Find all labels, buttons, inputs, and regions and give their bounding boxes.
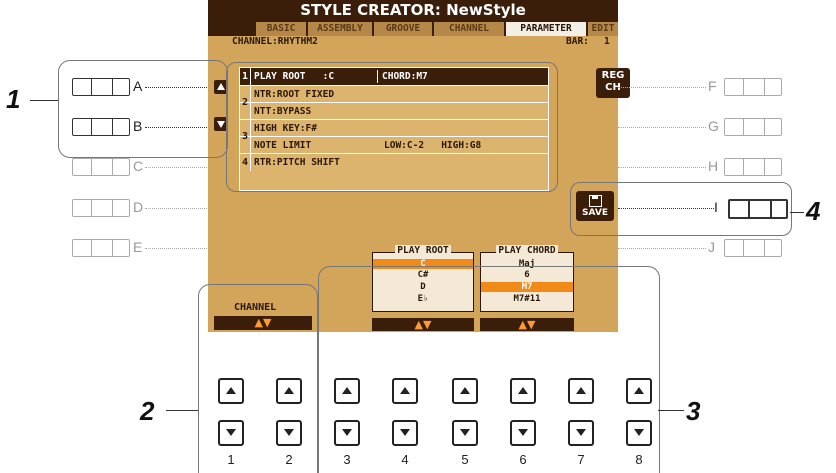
down-button-7[interactable] <box>568 420 594 446</box>
ch-label: CH <box>605 82 621 93</box>
down-button-8[interactable] <box>626 420 652 446</box>
up-arrow-icon <box>518 387 528 394</box>
label-h: H <box>708 158 719 174</box>
label-b: B <box>133 118 143 134</box>
up-arrow-icon <box>400 387 410 394</box>
knob-number: 1 <box>227 452 235 467</box>
knob-number: 5 <box>461 452 469 467</box>
tab-edit[interactable]: EDIT <box>588 22 618 36</box>
knob-number: 3 <box>343 452 351 467</box>
button-g[interactable] <box>724 118 782 136</box>
leader-b <box>145 127 207 128</box>
knob-number: 2 <box>285 452 293 467</box>
label-d: D <box>133 199 144 215</box>
button-c[interactable] <box>72 158 130 176</box>
button-j[interactable] <box>724 239 782 257</box>
button-f[interactable] <box>724 78 782 96</box>
button-e[interactable] <box>72 239 130 257</box>
label-f: F <box>708 78 717 94</box>
reg-label: REG <box>601 70 625 81</box>
up-button-6[interactable] <box>510 378 536 404</box>
down-arrow-icon <box>284 429 294 436</box>
tab-bar: BASIC ASSEMBLY GROOVE CHANNEL PARAMETER … <box>208 20 618 36</box>
button-b[interactable] <box>72 118 130 136</box>
callout-1: 1 <box>6 84 21 114</box>
channel-label: CHANNEL:RHYTHM2 <box>232 36 318 47</box>
up-button-5[interactable] <box>452 378 478 404</box>
callout-4-line <box>790 212 804 213</box>
leader-g <box>618 127 706 128</box>
knob-number: 4 <box>401 452 409 467</box>
bar-value: 1 <box>604 36 610 47</box>
button-d[interactable] <box>72 199 130 217</box>
up-button-7[interactable] <box>568 378 594 404</box>
down-button-6[interactable] <box>510 420 536 446</box>
callout-frame-1-list <box>226 62 558 192</box>
up-arrow-icon <box>284 387 294 394</box>
down-button-2[interactable] <box>276 420 302 446</box>
up-arrow-icon <box>634 387 644 394</box>
play-root-title: PLAY ROOT <box>395 245 451 256</box>
callout-3-line <box>658 410 684 411</box>
callout-4: 4 <box>806 196 821 226</box>
down-arrow-icon <box>342 429 352 436</box>
callout-frame-1 <box>58 60 228 158</box>
down-arrow-icon <box>226 429 236 436</box>
down-arrow-icon <box>460 429 470 436</box>
knob-number: 6 <box>519 452 527 467</box>
callout-3: 3 <box>686 396 701 426</box>
tab-parameter[interactable]: PARAMETER <box>506 22 586 36</box>
callout-2: 2 <box>140 396 155 426</box>
knob-number: 7 <box>577 452 585 467</box>
screen-title: STYLE CREATOR: NewStyle <box>208 0 618 20</box>
leader-h <box>618 167 706 168</box>
leader-f <box>618 87 706 88</box>
down-button-5[interactable] <box>452 420 478 446</box>
up-arrow-icon <box>576 387 586 394</box>
down-button-3[interactable] <box>334 420 360 446</box>
tab-groove[interactable]: GROOVE <box>374 22 432 36</box>
tab-channel[interactable]: CHANNEL <box>434 22 504 36</box>
leader-c <box>145 167 207 168</box>
label-g: G <box>708 118 719 134</box>
down-arrow-icon <box>576 429 586 436</box>
bar-label: BAR: <box>566 36 589 47</box>
tab-assembly[interactable]: ASSEMBLY <box>308 22 372 36</box>
label-i: I <box>714 199 718 215</box>
down-arrow-icon <box>518 429 528 436</box>
play-chord-title: PLAY CHORD <box>496 245 558 256</box>
tab-basic[interactable]: BASIC <box>256 22 306 36</box>
button-i[interactable] <box>728 199 788 219</box>
label-e: E <box>133 239 143 255</box>
up-button-1[interactable] <box>218 378 244 404</box>
up-button-4[interactable] <box>392 378 418 404</box>
up-button-8[interactable] <box>626 378 652 404</box>
leader-e <box>145 248 207 249</box>
up-arrow-icon <box>460 387 470 394</box>
up-button-2[interactable] <box>276 378 302 404</box>
leader-d <box>145 208 207 209</box>
leader-a <box>145 87 207 88</box>
callout-frame-3 <box>318 266 660 473</box>
reg-ch-button[interactable]: REG CH <box>596 68 630 98</box>
label-c: C <box>133 158 144 174</box>
down-button-1[interactable] <box>218 420 244 446</box>
down-arrow-icon <box>634 429 644 436</box>
button-h[interactable] <box>724 158 782 176</box>
callout-2-line <box>166 410 198 411</box>
up-arrow-icon <box>342 387 352 394</box>
knob-number: 8 <box>635 452 643 467</box>
up-button-3[interactable] <box>334 378 360 404</box>
up-arrow-icon <box>226 387 236 394</box>
down-button-4[interactable] <box>392 420 418 446</box>
button-a[interactable] <box>72 78 130 96</box>
down-arrow-icon <box>400 429 410 436</box>
leader-i <box>618 208 714 209</box>
leader-j <box>618 248 706 249</box>
label-j: J <box>708 239 715 255</box>
label-a: A <box>133 78 143 94</box>
callout-1-line <box>30 100 58 101</box>
